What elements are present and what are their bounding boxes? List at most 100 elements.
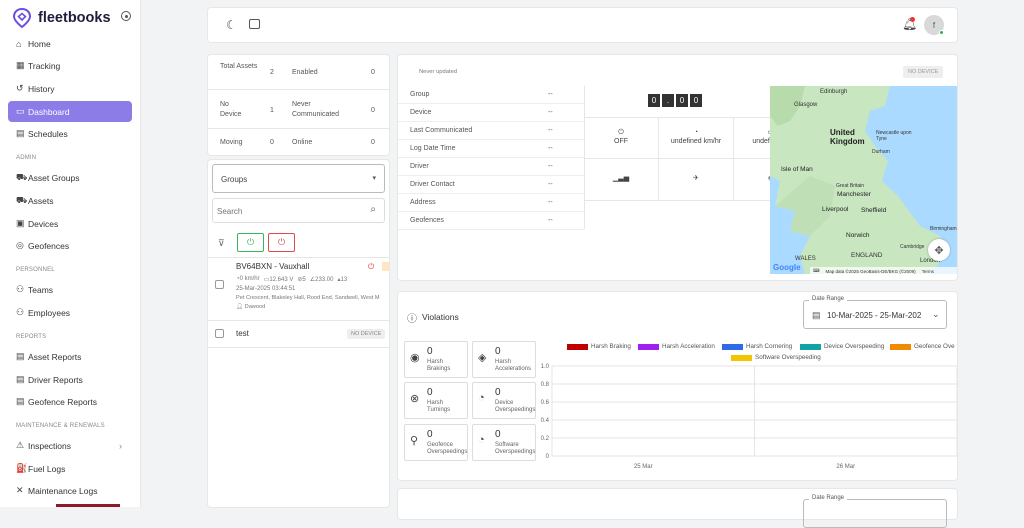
map-label: Isle of Man xyxy=(781,166,813,173)
nav-tracking[interactable]: ▦ Tracking xyxy=(8,55,132,76)
date-range-picker-2[interactable]: Date Range xyxy=(803,495,947,528)
nav-teams[interactable]: ⚇ Teams xyxy=(8,279,132,300)
section-personnel: PERSONNEL xyxy=(16,267,55,273)
nav-geofences[interactable]: ◎ Geofences xyxy=(8,235,132,256)
employee-icon: ⚇ xyxy=(16,307,25,317)
nav-devices[interactable]: ▣ Devices xyxy=(8,213,132,234)
nav-home-label: Home xyxy=(28,38,51,49)
user-icon: 👤︎ xyxy=(236,304,245,310)
nav-assets[interactable]: ⛟ Assets xyxy=(8,190,132,211)
violation-count: 0 xyxy=(495,346,501,357)
violation-count: 0 xyxy=(495,429,501,440)
stat-enabled-label: Enabled xyxy=(292,69,318,76)
detail-value: -- xyxy=(548,145,553,152)
satellite-icon: ✈ xyxy=(693,175,699,183)
legend-item[interactable]: Harsh Braking xyxy=(567,343,631,350)
violation-count: 0 xyxy=(427,429,433,440)
nav-dashboard[interactable]: ▭ Dashboard xyxy=(8,101,132,122)
asset-checkbox[interactable] xyxy=(215,329,224,338)
speed-value: 0 km/hr xyxy=(239,276,260,282)
map-label: United Kingdom xyxy=(830,128,865,147)
map-terms-link[interactable]: Terms xyxy=(922,269,934,274)
theme-toggle-icon[interactable]: ☾ xyxy=(226,18,237,32)
nav-employees[interactable]: ⚇ Employees xyxy=(8,302,132,323)
speedometer-icon: ◔ xyxy=(693,129,699,137)
last-update-text: Never updated xyxy=(419,69,458,75)
no-device-badge: NO DEVICE xyxy=(347,329,386,339)
search-input[interactable] xyxy=(217,204,357,218)
legend-label: Harsh Acceleration xyxy=(662,343,715,350)
asset-row[interactable]: BV64BXN - Vauxhall ⏻ ◔0 km/hr ▭12.643 V … xyxy=(208,258,390,320)
nav-driver-reports[interactable]: ▤ Driver Reports xyxy=(8,369,132,390)
map-label: Newcastle upon Tyne xyxy=(876,130,912,142)
nav-inspections[interactable]: ⚠ Inspections › xyxy=(8,435,132,456)
stat-never-communicated-value: 0 xyxy=(371,107,375,114)
date-range-label: Date Range xyxy=(809,495,848,501)
stat-moving-label: Moving xyxy=(220,139,243,146)
asset-details-card: Never updated NO DEVICE Group -- Device -- L… xyxy=(398,55,957,280)
detail-label: Address xyxy=(410,199,436,206)
violation-label: Device Overspeedings xyxy=(495,400,536,414)
alert-icon: ⓘ xyxy=(407,314,417,325)
calendar-icon: ▤ xyxy=(812,310,821,320)
odometer-digit: 0 xyxy=(676,94,688,107)
report-icon: ▤ xyxy=(16,351,25,361)
geofence-icon: ◎ xyxy=(16,240,24,250)
detail-row: Driver -- xyxy=(398,158,584,176)
legend-swatch xyxy=(567,343,588,350)
nav-geofence-reports[interactable]: ▤ Geofence Reports xyxy=(8,391,132,412)
map[interactable]: Edinburgh Glasgow Newcastle upon Tyne Un… xyxy=(770,86,957,274)
nav-asset-groups[interactable]: ⛟ Asset Groups xyxy=(8,167,132,188)
power-on-filter-button[interactable]: ⏻ xyxy=(237,233,264,252)
sidebar-collapse-button[interactable] xyxy=(121,11,131,21)
clear-filter-icon[interactable]: ⊽ xyxy=(218,238,225,249)
map-label: Manchester xyxy=(837,191,871,198)
map-icon: ▦ xyxy=(16,60,25,70)
sidebar: fleetbooks ⌂ Home ▦ Tracking ↺ History ▭ Das… xyxy=(0,0,141,507)
map-pan-control[interactable]: ✥ xyxy=(928,239,950,261)
sidebar-toggle-icon[interactable] xyxy=(249,19,260,29)
legend-item[interactable]: Harsh Cornering xyxy=(722,343,792,350)
nav-geofence-reports-label: Geofence Reports xyxy=(28,396,97,407)
driver-name: Dawood xyxy=(244,304,266,310)
detail-label: Group xyxy=(410,91,430,98)
brand-name: fleetbooks xyxy=(38,10,111,26)
nav-fuel-logs[interactable]: ⛽ Fuel Logs xyxy=(8,458,132,479)
groups-select[interactable]: Groups ▾ xyxy=(212,164,385,193)
map-label: Norwich xyxy=(846,232,870,239)
odometer-digit: 0 xyxy=(690,94,702,107)
y-tick-label: 0.2 xyxy=(541,436,550,442)
violations-card: ⓘ Violations Date Range ▤ 10-Mar-2025 - … xyxy=(398,292,957,480)
map-label: Durham xyxy=(872,149,890,155)
legend-label: Geofence Ove xyxy=(914,343,955,350)
nav-schedules[interactable]: ▤ Schedules xyxy=(8,123,132,144)
asset-checkbox[interactable] xyxy=(215,280,224,289)
nav-history-label: History xyxy=(28,83,55,94)
nav-tracking-label: Tracking xyxy=(28,60,61,71)
map-label: Great Britain xyxy=(836,183,865,189)
truck-icon: ⛟ xyxy=(16,194,28,205)
legend-swatch xyxy=(800,343,821,350)
search-box[interactable]: ⌕ xyxy=(212,198,385,223)
signal-icon: ▁▃▅ xyxy=(612,175,630,183)
report-icon: ▤ xyxy=(16,374,25,384)
legend-item[interactable]: Device Overspeeding xyxy=(800,343,884,350)
wrench-icon: ✕ xyxy=(16,485,24,495)
stat-never-communicated-label: Never Communicated xyxy=(292,101,340,118)
nav-asset-reports[interactable]: ▤ Asset Reports xyxy=(8,346,132,367)
bottom-card: Date Range xyxy=(398,489,957,528)
nav-home[interactable]: ⌂ Home xyxy=(8,33,132,54)
search-icon[interactable]: ⌕ xyxy=(370,204,376,215)
report-icon: ▤ xyxy=(16,396,25,406)
asset-row[interactable]: test NO DEVICE xyxy=(208,321,389,347)
date-range-picker[interactable]: Date Range ▤ 10-Mar-2025 - 25-Mar-202 ⌄ xyxy=(803,296,947,329)
signal-value: 13 xyxy=(340,277,348,283)
power-off-filter-button[interactable]: ⏻ xyxy=(268,233,295,252)
legend-item[interactable]: Geofence Ove xyxy=(890,343,955,350)
detail-label: Geofences xyxy=(410,217,444,224)
nav-history[interactable]: ↺ History xyxy=(8,78,132,99)
legend-item[interactable]: Harsh Acceleration xyxy=(638,343,715,350)
nav-maintenance-logs[interactable]: ✕ Maintenance Logs xyxy=(8,480,132,501)
speed-tile: ◔ undefined km/hr xyxy=(659,117,734,159)
violation-count: 0 xyxy=(427,346,433,357)
